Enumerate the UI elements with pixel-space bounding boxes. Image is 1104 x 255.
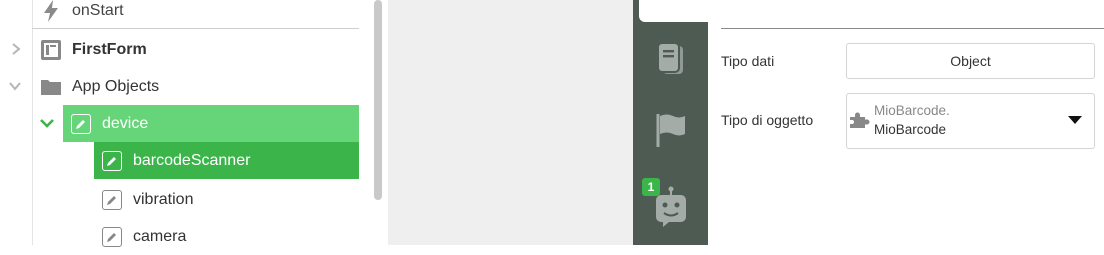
dropdown-caret-icon[interactable] [1068,116,1082,124]
data-type-value: Object [950,53,991,69]
tree-item-label: camera [133,227,187,245]
tree-scrollbar[interactable] [374,0,382,200]
flag-icon[interactable] [653,112,689,148]
object-type-label: Tipo di oggetto [721,112,814,128]
form-icon [40,39,62,61]
tree-item-device[interactable]: device [63,105,359,142]
object-type-line1: MioBarcode. [874,103,950,118]
chevron-right-icon[interactable] [10,43,22,55]
tree-item-barcode-scanner[interactable]: barcodeScanner [94,142,359,179]
properties-panel: Tipo dati Object Tipo di oggetto MioBarc… [708,0,1104,245]
folder-icon [40,76,62,98]
panel-tab-bar [633,0,708,245]
tree-item-label: App Objects [72,77,160,95]
tab-active[interactable] [639,0,708,22]
object-tree-panel: onStart FirstForm App Objects device bar… [0,0,388,247]
canvas-area [388,0,633,245]
tree-item-label: onStart [72,1,124,19]
tree-item-app-objects[interactable]: App Objects [40,68,360,105]
object-type-line2: MioBarcode [874,122,947,137]
pencil-icon [101,189,123,211]
puzzle-icon [850,112,870,128]
tree-item-onstart[interactable]: onStart [40,0,360,29]
tree-indent-guide [32,0,33,245]
tree-item-label: vibration [133,190,194,208]
tree-item-label: barcodeScanner [133,151,251,169]
tree-item-label: device [102,114,149,132]
book-icon[interactable] [653,42,689,78]
object-type-select[interactable]: MioBarcode. MioBarcode [846,93,1095,149]
tree-item-vibration[interactable]: vibration [94,181,359,218]
chevron-down-icon[interactable] [39,117,55,129]
tree-separator [32,28,359,29]
data-type-field[interactable]: Object [846,43,1095,79]
data-type-label: Tipo dati [721,53,775,69]
pencil-icon [101,150,123,172]
pencil-icon [70,113,92,135]
tree-item-firstform[interactable]: FirstForm [40,31,360,68]
tree-item-camera[interactable]: camera [94,218,359,255]
panel-divider [721,28,1104,29]
lightning-icon [40,0,62,22]
pencil-icon [101,226,123,248]
chevron-down-icon[interactable] [9,80,21,92]
tree-item-label: FirstForm [72,40,147,58]
notification-badge: 1 [642,178,660,196]
